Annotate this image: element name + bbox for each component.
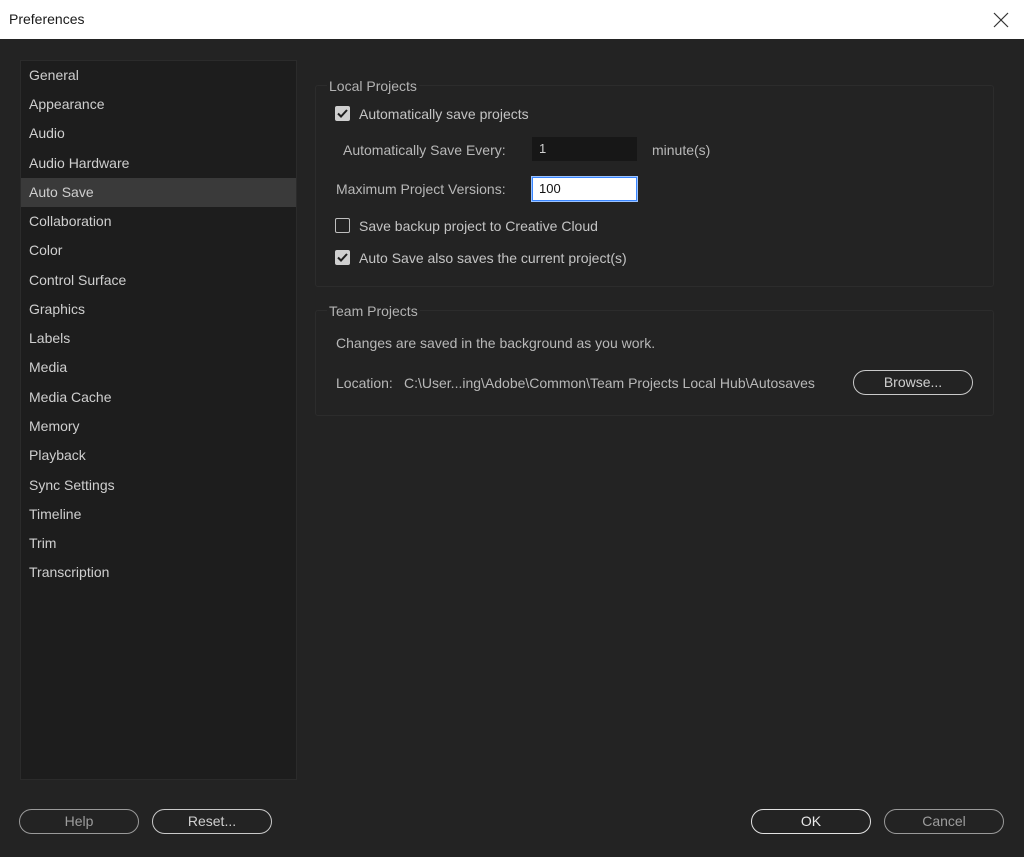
- sidebar-item-general[interactable]: General: [21, 61, 296, 90]
- save-current-label[interactable]: Auto Save also saves the current project…: [359, 250, 627, 266]
- sidebar-item-trim[interactable]: Trim: [21, 529, 296, 558]
- preferences-sidebar: General Appearance Audio Audio Hardware …: [20, 60, 297, 780]
- sidebar-item-transcription[interactable]: Transcription: [21, 558, 296, 587]
- help-button[interactable]: Help: [19, 809, 139, 834]
- auto-save-label[interactable]: Automatically save projects: [359, 106, 529, 122]
- close-icon: [993, 12, 1009, 27]
- sidebar-item-playback[interactable]: Playback: [21, 441, 296, 470]
- reset-button[interactable]: Reset...: [152, 809, 272, 834]
- sidebar-item-audio-hardware[interactable]: Audio Hardware: [21, 149, 296, 178]
- sidebar-item-labels[interactable]: Labels: [21, 324, 296, 353]
- check-icon: [337, 109, 348, 118]
- sidebar-item-timeline[interactable]: Timeline: [21, 500, 296, 529]
- save-every-input[interactable]: 1: [532, 137, 637, 161]
- ok-button[interactable]: OK: [751, 809, 871, 834]
- team-projects-group: [315, 310, 994, 416]
- backup-checkbox[interactable]: [335, 218, 350, 233]
- auto-save-checkbox[interactable]: [335, 106, 350, 121]
- check-icon: [337, 253, 348, 262]
- team-projects-description: Changes are saved in the background as y…: [336, 335, 656, 351]
- sidebar-item-auto-save[interactable]: Auto Save: [21, 178, 296, 207]
- close-button[interactable]: [978, 0, 1024, 39]
- window-title: Preferences: [9, 11, 85, 27]
- max-versions-label: Maximum Project Versions:: [336, 181, 506, 197]
- sidebar-item-memory[interactable]: Memory: [21, 412, 296, 441]
- sidebar-item-audio[interactable]: Audio: [21, 119, 296, 148]
- save-every-label: Automatically Save Every:: [343, 142, 506, 158]
- sidebar-item-collaboration[interactable]: Collaboration: [21, 207, 296, 236]
- sidebar-item-media[interactable]: Media: [21, 353, 296, 382]
- sidebar-item-appearance[interactable]: Appearance: [21, 90, 296, 119]
- location-path: C:\User...ing\Adobe\Common\Team Projects…: [404, 375, 815, 391]
- save-every-unit: minute(s): [652, 142, 711, 158]
- sidebar-item-sync-settings[interactable]: Sync Settings: [21, 471, 296, 500]
- team-projects-title: Team Projects: [327, 303, 420, 319]
- sidebar-item-control-surface[interactable]: Control Surface: [21, 266, 296, 295]
- location-label: Location:: [336, 375, 393, 391]
- sidebar-item-graphics[interactable]: Graphics: [21, 295, 296, 324]
- cancel-button[interactable]: Cancel: [884, 809, 1004, 834]
- sidebar-item-color[interactable]: Color: [21, 236, 296, 265]
- title-bar: Preferences: [0, 0, 1024, 39]
- max-versions-input[interactable]: 100: [531, 176, 638, 202]
- browse-button[interactable]: Browse...: [853, 370, 973, 395]
- local-projects-title: Local Projects: [327, 78, 419, 94]
- sidebar-item-media-cache[interactable]: Media Cache: [21, 383, 296, 412]
- save-current-checkbox[interactable]: [335, 250, 350, 265]
- backup-label[interactable]: Save backup project to Creative Cloud: [359, 218, 598, 234]
